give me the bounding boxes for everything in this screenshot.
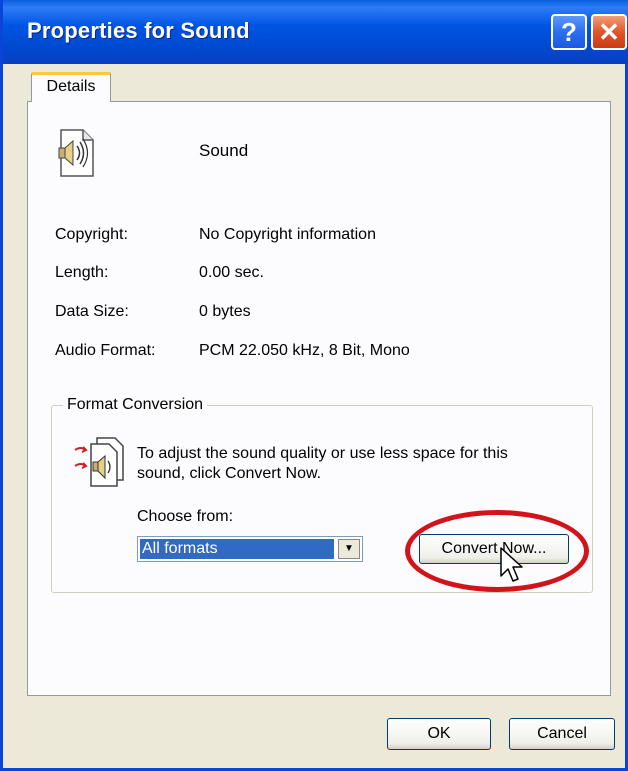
copyright-value: No Copyright information	[199, 226, 376, 243]
title-bar[interactable]: Properties for Sound ? ✕	[3, 0, 628, 64]
format-select-value: All formats	[140, 539, 334, 559]
mouse-pointer-icon	[500, 547, 523, 582]
data-size-value: 0 bytes	[199, 303, 251, 320]
ok-label: OK	[427, 725, 451, 742]
properties-window: Properties for Sound ? ✕ Details Sound C…	[0, 0, 628, 771]
length-label: Length:	[55, 264, 109, 281]
cancel-button[interactable]: Cancel	[509, 718, 615, 750]
sound-name: Sound	[199, 141, 249, 160]
tab-details[interactable]: Details	[31, 72, 111, 102]
help-icon: ?	[561, 17, 577, 47]
audio-format-value: PCM 22.050 kHz, 8 Bit, Mono	[199, 342, 410, 359]
choose-from-label: Choose from:	[137, 508, 234, 525]
chevron-down-icon[interactable]: ▼	[338, 539, 360, 559]
audio-format-label: Audio Format:	[55, 342, 156, 359]
sound-convert-icon	[74, 437, 124, 487]
sound-file-icon	[58, 129, 94, 177]
close-button[interactable]: ✕	[591, 14, 627, 50]
ok-button[interactable]: OK	[387, 718, 491, 750]
format-conversion-legend: Format Conversion	[63, 396, 208, 414]
window-title: Properties for Sound	[27, 18, 250, 43]
format-select[interactable]: All formats ▼	[137, 536, 363, 562]
highlight-ring	[405, 510, 589, 592]
cancel-label: Cancel	[537, 725, 587, 742]
close-icon: ✕	[598, 17, 620, 47]
data-size-label: Data Size:	[55, 303, 129, 320]
conversion-description: To adjust the sound quality or use less …	[137, 445, 508, 482]
length-value: 0.00 sec.	[199, 264, 264, 281]
tab-details-label: Details	[46, 78, 96, 95]
help-button[interactable]: ?	[551, 14, 587, 50]
copyright-label: Copyright:	[55, 226, 128, 243]
